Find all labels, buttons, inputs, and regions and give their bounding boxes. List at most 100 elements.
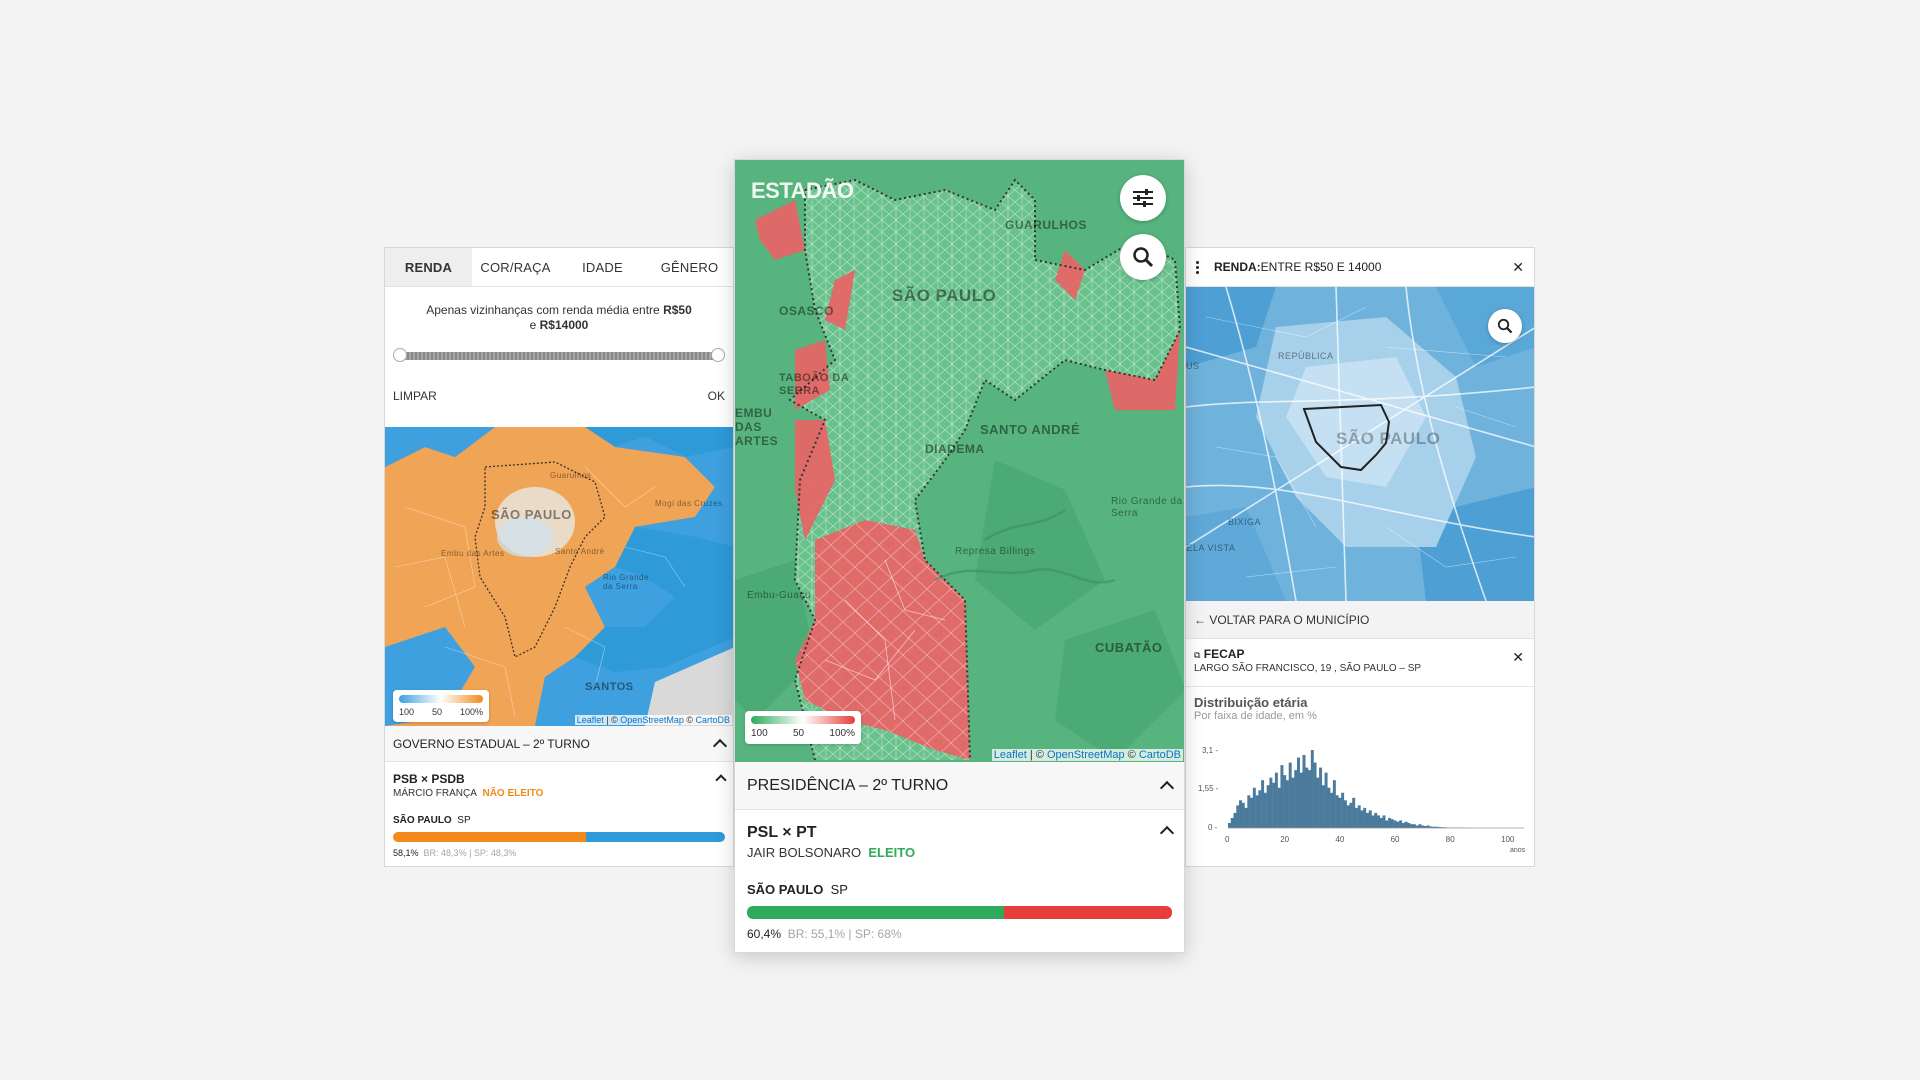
region-name: SÃO PAULO xyxy=(747,882,824,897)
histogram-bar xyxy=(1346,805,1350,828)
election-section-header[interactable]: PRESIDÊNCIA – 2º TURNO xyxy=(735,762,1184,810)
attrib-sep: © xyxy=(1124,749,1139,761)
chevron-up-icon[interactable] xyxy=(1159,825,1175,841)
close-icon[interactable]: ✕ xyxy=(1512,649,1524,666)
clear-button[interactable]: LIMPAR xyxy=(393,389,437,403)
histogram-bar xyxy=(1241,802,1245,828)
tab-genero[interactable]: GÊNERO xyxy=(646,248,733,286)
histogram-bar xyxy=(1288,762,1292,828)
y-tick: 0 - xyxy=(1208,823,1218,832)
city-map[interactable]: ESTADÃO SÃO PAULO GUARULHOS OSASCO TABOÃ… xyxy=(735,160,1184,762)
carto-link[interactable]: CartoDB xyxy=(1139,749,1181,761)
result-bar xyxy=(747,906,1172,919)
x-tick: 60 xyxy=(1391,835,1400,844)
histogram-bar xyxy=(1310,750,1314,828)
state-map[interactable]: SÃO PAULO SANTOS Guarulhos Mogi das Cruz… xyxy=(385,427,733,726)
chevron-up-icon[interactable] xyxy=(1159,780,1175,795)
x-tick: 40 xyxy=(1335,835,1344,844)
histogram-bar xyxy=(1374,812,1378,828)
map-label-us: US xyxy=(1186,361,1200,371)
search-button[interactable] xyxy=(1488,309,1522,343)
carto-link[interactable]: CartoDB xyxy=(695,715,730,725)
histogram-bar xyxy=(1404,821,1408,828)
close-icon[interactable]: ✕ xyxy=(1512,259,1524,276)
candidate-status: NÃO ELEITO xyxy=(482,788,544,799)
map-label-rio-grande: Rio Grande da Serra xyxy=(603,573,649,591)
age-histogram: 3,1 - 1,55 - 0 - 0 20 40 60 80 100 anos xyxy=(1198,746,1526,854)
legend-tick: 50 xyxy=(431,707,442,717)
neighborhood-map[interactable]: SÃO PAULO REPÚBLICA BIXIGA BELA VISTA US xyxy=(1186,287,1534,601)
histogram-bar xyxy=(1399,820,1403,828)
leaflet-link[interactable]: Leaflet xyxy=(577,715,604,725)
share-value: 60,4% xyxy=(747,927,782,941)
tab-renda[interactable]: RENDA xyxy=(385,248,472,286)
histogram-bar xyxy=(1341,792,1345,828)
income-range-slider[interactable] xyxy=(393,343,725,365)
chevron-up-icon[interactable] xyxy=(715,774,727,786)
share-line: 58,1% BR: 48,3% | SP: 48,3% xyxy=(393,848,725,858)
region-name: SÃO PAULO xyxy=(393,815,452,826)
histogram-bar xyxy=(1352,797,1356,828)
map-label-guarulhos: GUARULHOS xyxy=(1005,218,1087,232)
histogram-bar xyxy=(1233,812,1237,828)
histogram-bar xyxy=(1269,777,1273,828)
range-max-handle[interactable] xyxy=(711,348,725,362)
place-name[interactable]: FECAP xyxy=(1204,647,1245,661)
result-bar-fill-b xyxy=(1003,906,1172,919)
chevron-up-icon[interactable] xyxy=(712,738,728,753)
result-bar-fill-a xyxy=(747,906,1004,919)
filters-button[interactable] xyxy=(1120,175,1166,221)
candidate-name: JAIR BOLSONARO xyxy=(747,845,862,860)
map-label-bixiga: BIXIGA xyxy=(1228,517,1262,527)
histogram-bar xyxy=(1250,797,1254,828)
hist-title: Distribuição etária xyxy=(1194,695,1308,710)
histogram-bar xyxy=(1308,770,1311,828)
search-icon xyxy=(1497,318,1513,334)
y-tick: 1,55 - xyxy=(1198,784,1219,793)
place-address: LARGO SÃO FRANCISCO, 19 , SÃO PAULO – SP xyxy=(1194,663,1422,674)
map-label-cubatao: CUBATÃO xyxy=(1095,640,1163,655)
osm-link[interactable]: OpenStreetMap xyxy=(1047,749,1125,761)
attrib-sep: | © xyxy=(1026,749,1047,761)
y-tick: 3,1 - xyxy=(1202,746,1218,755)
histogram-bar xyxy=(1335,795,1339,828)
tab-idade[interactable]: IDADE xyxy=(559,248,646,286)
x-unit: anos xyxy=(1510,847,1526,854)
kebab-menu-icon[interactable] xyxy=(1196,260,1200,274)
histogram-bar xyxy=(1357,805,1361,828)
map-label-republica: REPÚBLICA xyxy=(1278,351,1334,361)
osm-link[interactable]: OpenStreetMap xyxy=(620,715,684,725)
leaflet-link[interactable]: Leaflet xyxy=(994,749,1027,761)
x-tick: 100 xyxy=(1501,835,1515,844)
histogram-bar xyxy=(1258,790,1262,828)
histogram-bar xyxy=(1396,821,1400,828)
map-label-diadema: DIADEMA xyxy=(925,442,985,456)
range-min-handle[interactable] xyxy=(393,348,407,362)
tab-cor-raca[interactable]: COR/RAÇA xyxy=(472,248,559,286)
header-value: ENTRE R$50 E 14000 xyxy=(1260,260,1382,274)
histogram-bar xyxy=(1261,780,1265,828)
map-label-billings: Represa Billings xyxy=(955,546,1036,557)
ok-button[interactable]: OK xyxy=(708,389,725,403)
search-button[interactable] xyxy=(1120,234,1166,280)
histogram-bar xyxy=(1330,792,1334,828)
search-icon xyxy=(1133,247,1154,268)
histogram-bar xyxy=(1266,785,1270,828)
legend-tick: 50 xyxy=(792,728,805,739)
x-tick: 20 xyxy=(1280,835,1289,844)
logo-text: ESTADÃO xyxy=(751,178,854,203)
map-label-taboao: TABOÃO DA SERRA xyxy=(779,372,849,397)
histogram-bar xyxy=(1236,805,1240,828)
legend-tick: 100 xyxy=(399,707,415,717)
legend-tick: 100% xyxy=(459,707,483,717)
histogram-bar xyxy=(1388,817,1392,828)
candidate-line: JAIR BOLSONARO ELEITO xyxy=(747,845,915,860)
map-label-mogi: Mogi das Cruzes xyxy=(655,499,723,508)
histogram-bar xyxy=(1327,787,1331,828)
back-to-municipality-button[interactable]: ← VOLTAR PARA O MUNICÍPIO xyxy=(1186,601,1534,639)
attrib-sep: | © xyxy=(603,715,621,725)
range-track xyxy=(399,352,719,360)
election-section-header[interactable]: GOVERNO ESTADUAL – 2º TURNO xyxy=(385,726,733,762)
external-link-icon[interactable]: ⧉ xyxy=(1194,650,1200,660)
hist-subtitle: Por faixa de idade, em % xyxy=(1194,710,1317,722)
